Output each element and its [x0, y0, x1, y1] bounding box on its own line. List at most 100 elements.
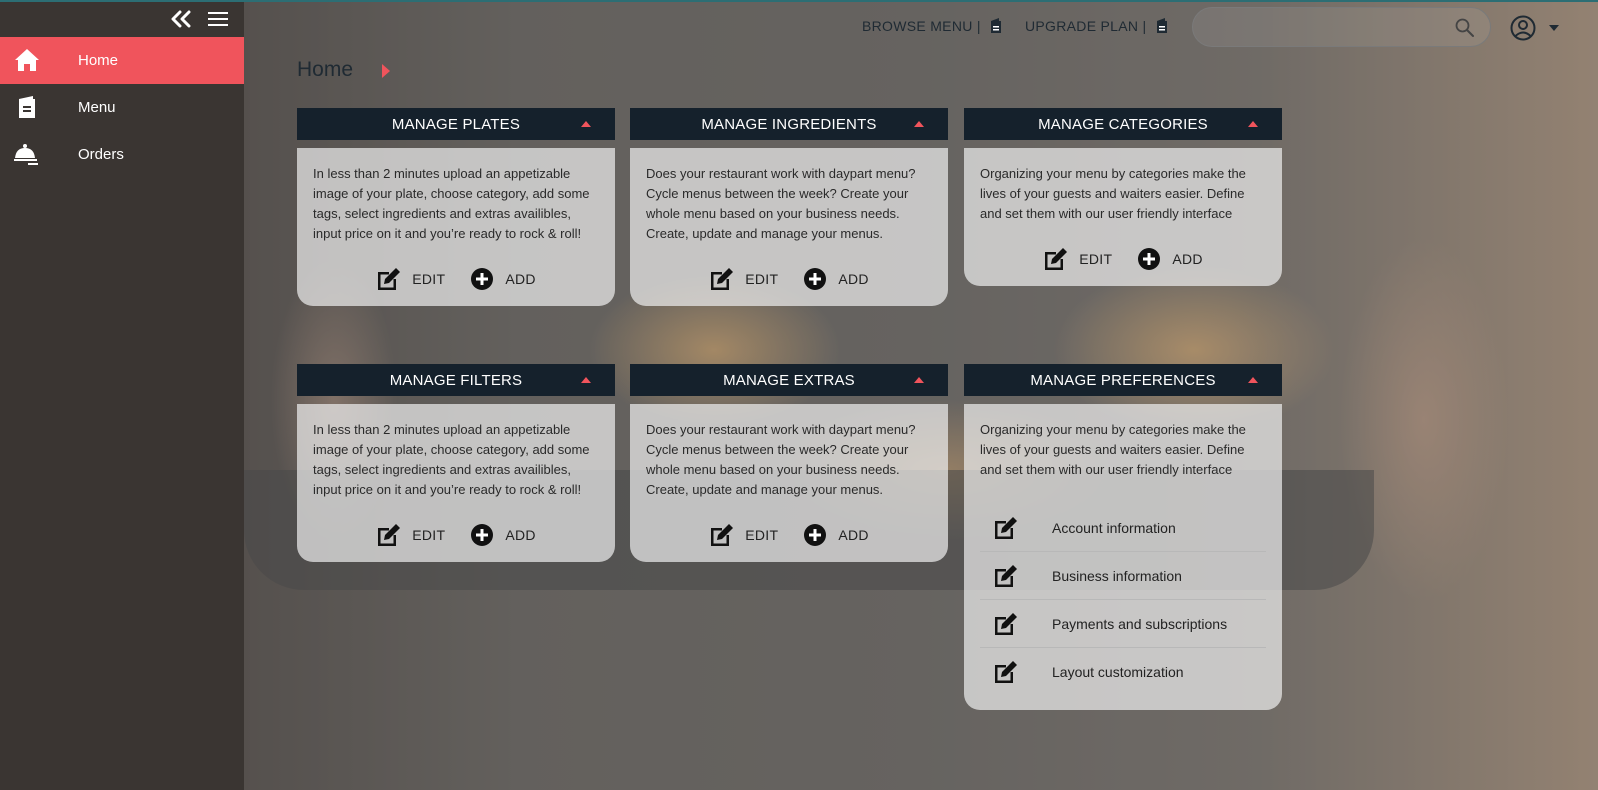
card-body: Organizing your menu by categories make … — [964, 404, 1282, 710]
collapse-triangle-icon[interactable] — [1248, 121, 1258, 127]
pref-item-account-information[interactable]: Account information — [980, 504, 1266, 552]
plus-circle-icon — [804, 268, 827, 290]
cloche-icon — [14, 144, 38, 165]
card-manage-extras: MANAGE EXTRAS Does your restaurant work … — [630, 364, 948, 562]
card-header[interactable]: MANAGE INGREDIENTS — [630, 108, 948, 140]
card-body: Organizing your menu by categories make … — [964, 148, 1282, 286]
edit-button[interactable]: EDIT — [709, 522, 778, 548]
pref-item-payments-subscriptions[interactable]: Payments and subscriptions — [980, 600, 1266, 648]
edit-icon — [711, 524, 734, 546]
card-description: Organizing your menu by categories make … — [980, 422, 1246, 477]
upgrade-plan-link[interactable]: UPGRADE PLAN | — [1025, 18, 1167, 34]
card-description: Does your restaurant work with daypart m… — [646, 422, 916, 497]
card-actions: EDIT ADD — [646, 522, 932, 548]
edit-icon — [995, 661, 1017, 683]
edit-icon — [995, 565, 1017, 587]
pref-item-business-information[interactable]: Business information — [980, 552, 1266, 600]
card-body: In less than 2 minutes upload an appetiz… — [297, 404, 615, 562]
card-body: Does your restaurant work with daypart m… — [630, 148, 948, 306]
add-label: ADD — [1172, 251, 1203, 267]
edit-icon — [378, 524, 401, 546]
caret-down-icon[interactable] — [1549, 25, 1559, 31]
edit-icon — [711, 268, 734, 290]
card-title: MANAGE PREFERENCES — [1030, 371, 1216, 389]
sidebar-item-label: Orders — [78, 146, 124, 163]
collapse-triangle-icon[interactable] — [1248, 377, 1258, 383]
card-header[interactable]: MANAGE PREFERENCES — [964, 364, 1282, 396]
edit-button[interactable]: EDIT — [376, 522, 445, 548]
card-header[interactable]: MANAGE FILTERS — [297, 364, 615, 396]
card-actions: EDIT ADD — [313, 522, 599, 548]
add-label: ADD — [505, 271, 536, 287]
card-header[interactable]: MANAGE CATEGORIES — [964, 108, 1282, 140]
card-title: MANAGE PLATES — [391, 115, 521, 133]
sidebar-item-home[interactable]: Home — [0, 37, 244, 84]
card-header[interactable]: MANAGE PLATES — [297, 108, 615, 140]
edit-label: EDIT — [412, 271, 446, 287]
card-manage-categories: MANAGE CATEGORIES Organizing your menu b… — [964, 108, 1282, 286]
collapse-triangle-icon[interactable] — [581, 377, 591, 383]
card-title: MANAGE EXTRAS — [723, 371, 855, 389]
top-accent-line — [0, 0, 1598, 2]
card-manage-preferences: MANAGE PREFERENCES Organizing your menu … — [964, 364, 1282, 710]
search-icon[interactable] — [1455, 18, 1474, 37]
add-button[interactable]: ADD — [802, 522, 868, 548]
card-title: MANAGE CATEGORIES — [1038, 115, 1208, 133]
plus-circle-icon — [471, 524, 494, 546]
edit-icon — [995, 613, 1017, 635]
add-label: ADD — [838, 271, 869, 287]
sidebar-item-orders[interactable]: Orders — [0, 131, 244, 178]
sidebar-item-label: Menu — [78, 99, 116, 116]
edit-icon — [378, 268, 401, 290]
search-box — [1192, 7, 1491, 47]
preferences-list: Account information Business information… — [980, 504, 1266, 696]
home-icon — [15, 49, 39, 71]
collapse-triangle-icon[interactable] — [581, 121, 591, 127]
sidebar: Home Menu Orders — [0, 0, 244, 790]
page-title: Home — [297, 58, 354, 81]
search-input[interactable] — [1211, 17, 1441, 39]
pref-item-label: Business information — [1052, 567, 1182, 584]
pref-item-label: Payments and subscriptions — [1052, 615, 1228, 632]
edit-icon — [995, 517, 1017, 539]
browse-menu-label: BROWSE MENU | — [862, 18, 981, 34]
card-description: Does your restaurant work with daypart m… — [646, 166, 916, 241]
card-description: In less than 2 minutes upload an appetiz… — [313, 166, 590, 241]
edit-button[interactable]: EDIT — [376, 266, 445, 292]
sidebar-item-menu[interactable]: Menu — [0, 84, 244, 131]
add-button[interactable]: ADD — [469, 266, 535, 292]
card-body: In less than 2 minutes upload an appetiz… — [297, 148, 615, 306]
add-button[interactable]: ADD — [1136, 246, 1202, 272]
card-header[interactable]: MANAGE EXTRAS — [630, 364, 948, 396]
hamburger-menu-icon[interactable] — [208, 11, 228, 27]
pref-item-layout-customization[interactable]: Layout customization — [980, 648, 1266, 696]
edit-button[interactable]: EDIT — [709, 266, 778, 292]
pref-item-label: Account information — [1052, 519, 1176, 536]
sidebar-item-label: Home — [78, 52, 119, 69]
add-button[interactable]: ADD — [469, 522, 535, 548]
card-manage-filters: MANAGE FILTERS In less than 2 minutes up… — [297, 364, 615, 562]
card-actions: EDIT ADD — [313, 266, 599, 292]
collapse-triangle-icon[interactable] — [914, 377, 924, 383]
plus-circle-icon — [471, 268, 494, 290]
card-description: In less than 2 minutes upload an appetiz… — [313, 422, 590, 497]
plus-circle-icon — [1138, 248, 1161, 270]
browse-menu-link[interactable]: BROWSE MENU | — [862, 18, 1001, 34]
collapse-triangle-icon[interactable] — [914, 121, 924, 127]
plus-circle-icon — [804, 524, 827, 546]
card-actions: EDIT ADD — [646, 266, 932, 292]
sidebar-toolbar — [0, 0, 244, 37]
card-description: Organizing your menu by categories make … — [980, 166, 1246, 221]
add-label: ADD — [505, 527, 536, 543]
user-account-icon[interactable] — [1510, 15, 1536, 41]
edit-label: EDIT — [745, 527, 779, 543]
breadcrumb-arrow-icon — [382, 64, 390, 78]
edit-label: EDIT — [1079, 251, 1113, 267]
double-chevron-left-icon[interactable] — [170, 10, 192, 28]
menu-book-icon — [1156, 18, 1167, 33]
add-button[interactable]: ADD — [802, 266, 868, 292]
card-manage-ingredients: MANAGE INGREDIENTS Does your restaurant … — [630, 108, 948, 306]
menu-book-icon — [19, 96, 35, 118]
edit-icon — [1045, 248, 1068, 270]
edit-button[interactable]: EDIT — [1043, 246, 1112, 272]
